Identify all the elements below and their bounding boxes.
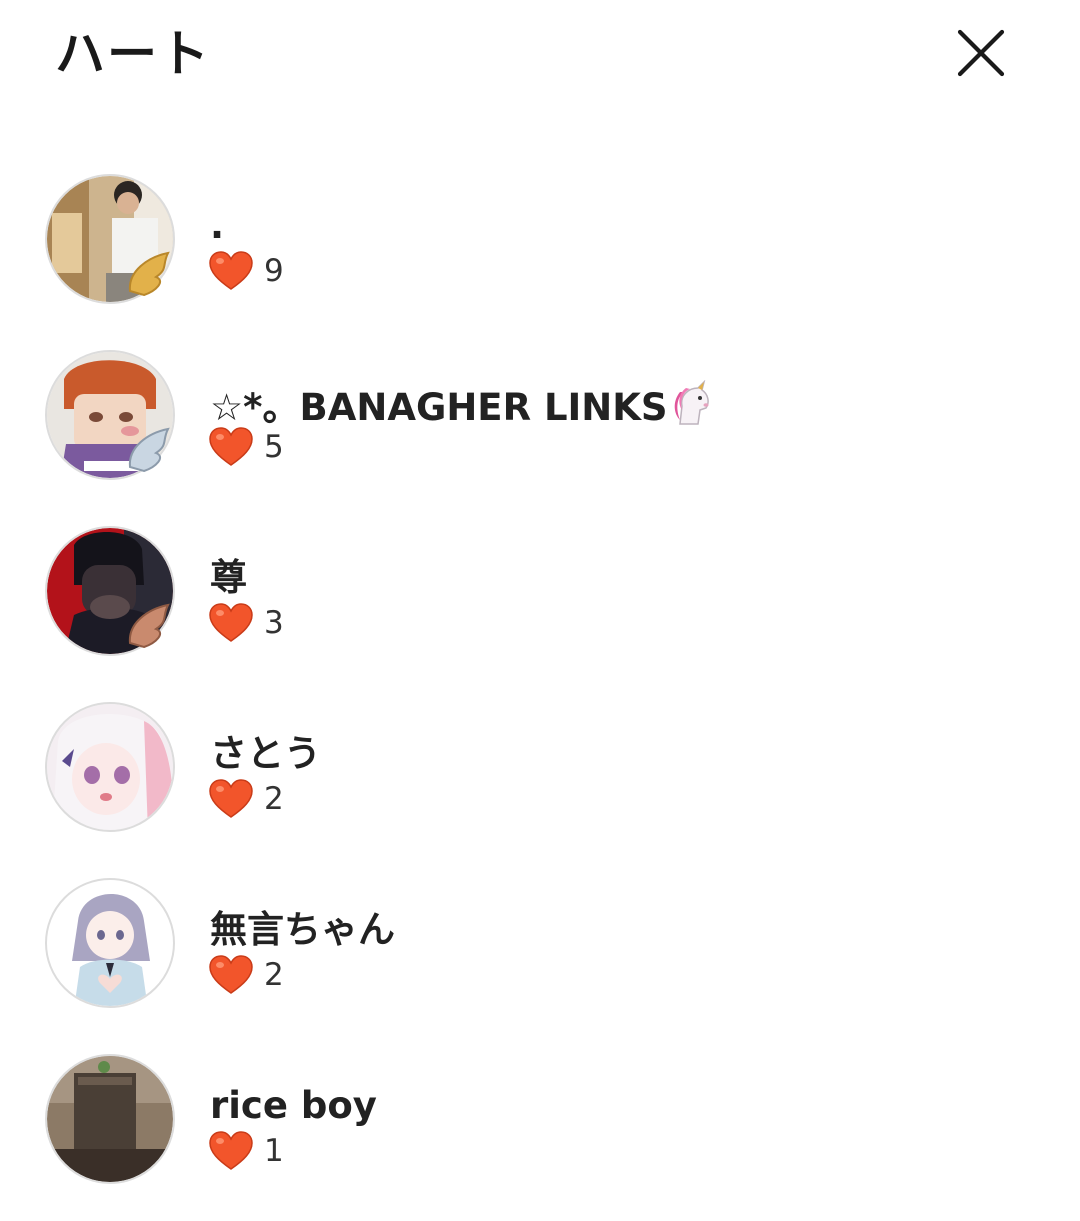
user-name: rice boy — [210, 1084, 377, 1127]
avatar[interactable] — [44, 701, 176, 833]
avatar[interactable] — [44, 349, 176, 481]
user-name-text: ☆*。BANAGHER LINKS — [210, 386, 668, 429]
heart-icon — [209, 1131, 253, 1170]
list-item[interactable]: rice boy 1 — [0, 1032, 1080, 1208]
heart-icon — [209, 427, 253, 466]
heart-count: 3 — [208, 601, 284, 645]
list-item[interactable]: . 9 — [0, 152, 1080, 328]
avatar[interactable] — [44, 1053, 176, 1185]
user-name: ☆*。BANAGHER LINKS — [210, 379, 716, 436]
close-button[interactable] — [952, 24, 1010, 82]
heart-count-value: 3 — [264, 605, 284, 641]
heart-count-value: 9 — [264, 253, 284, 289]
list-item[interactable]: ☆*。BANAGHER LINKS 5 — [0, 328, 1080, 504]
header: ハート — [0, 0, 1080, 110]
user-name: 無言ちゃん — [210, 908, 395, 951]
heart-icon — [209, 779, 253, 818]
heart-icon — [209, 251, 253, 290]
list-item[interactable]: さとう 2 — [0, 680, 1080, 856]
unicorn-icon — [670, 379, 716, 436]
heart-count: 9 — [208, 249, 284, 293]
heart-count-value: 2 — [264, 957, 284, 993]
heart-icon — [209, 603, 253, 642]
heart-count: 2 — [208, 953, 284, 997]
close-icon — [957, 29, 1005, 77]
avatar[interactable] — [44, 525, 176, 657]
list-item[interactable]: 無言ちゃん 2 — [0, 856, 1080, 1032]
avatar[interactable] — [44, 877, 176, 1009]
page-title: ハート — [55, 25, 211, 83]
heart-count-value: 5 — [264, 429, 284, 465]
list-item[interactable]: 尊 3 — [0, 504, 1080, 680]
heart-count-value: 2 — [264, 781, 284, 817]
heart-user-list: . 9 ☆*。BANAGHER LINKS 5 尊 3 さとう 2 無言ちゃん … — [0, 152, 1080, 1208]
user-name: 尊 — [210, 556, 247, 599]
avatar[interactable] — [44, 173, 176, 305]
user-name: さとう — [210, 732, 321, 775]
user-name: . — [210, 204, 225, 247]
heart-count: 5 — [208, 425, 284, 469]
heart-count-value: 1 — [264, 1133, 284, 1169]
heart-icon — [209, 955, 253, 994]
heart-count: 1 — [208, 1129, 284, 1173]
heart-count: 2 — [208, 777, 284, 821]
